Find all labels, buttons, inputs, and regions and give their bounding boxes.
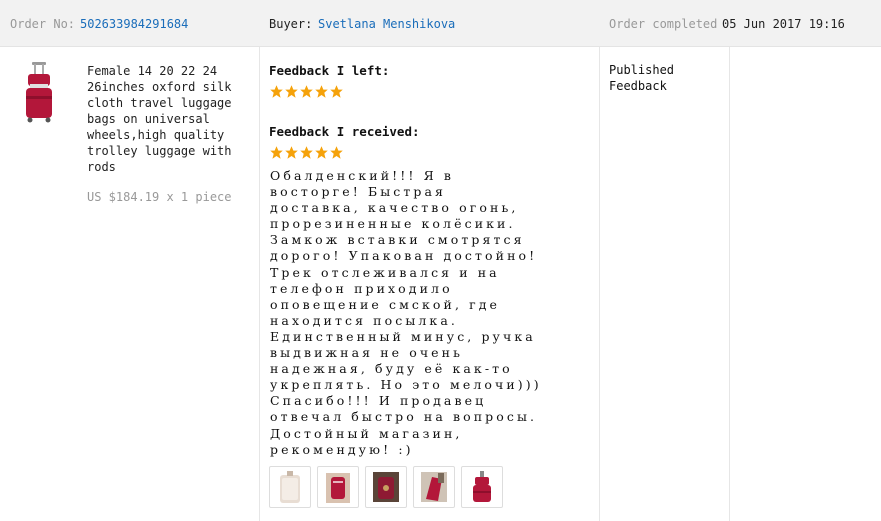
order-number-label: Order No: <box>10 17 76 31</box>
star-icon <box>285 146 298 159</box>
product-title-link[interactable]: Female 14 20 22 24 26inches oxford silk … <box>87 63 237 175</box>
star-icon <box>300 146 313 159</box>
order-completed-label: Order completed <box>609 17 718 31</box>
order-header: Order No: 502633984291684 Buyer: Svetlan… <box>0 0 881 47</box>
photo-thumbnail[interactable] <box>317 466 359 508</box>
feedback-photos <box>269 466 503 508</box>
photo-thumbnail[interactable] <box>365 466 407 508</box>
star-icon <box>285 85 298 98</box>
star-icon <box>270 146 283 159</box>
feedback-left-rating <box>269 84 344 99</box>
star-icon <box>315 146 328 159</box>
order-completed-date: 05 Jun 2017 19:16 <box>722 17 845 31</box>
star-icon <box>300 85 313 98</box>
buyer-name-link[interactable]: Svetlana Menshikova <box>318 16 455 32</box>
column-divider <box>259 47 260 521</box>
product-image[interactable] <box>22 60 56 124</box>
order-number-link[interactable]: 502633984291684 <box>80 16 188 32</box>
buyer-label: Buyer: <box>269 17 313 31</box>
feedback-comment: Обалденский!!! Я в восторге! Быстрая дос… <box>270 168 542 457</box>
product-price: US $184.19 x 1 piece <box>87 190 232 204</box>
feedback-received-label: Feedback I received: <box>269 124 420 139</box>
star-icon <box>330 85 343 98</box>
feedback-status: Published Feedback <box>609 63 675 93</box>
star-icon <box>315 85 328 98</box>
feedback-left-label: Feedback I left: <box>269 63 390 78</box>
photo-thumbnail[interactable] <box>461 466 503 508</box>
column-divider <box>729 47 730 521</box>
star-icon <box>330 146 343 159</box>
photo-thumbnail[interactable] <box>413 466 455 508</box>
feedback-received-rating <box>269 145 344 160</box>
column-divider <box>599 47 600 521</box>
photo-thumbnail[interactable] <box>269 466 311 508</box>
star-icon <box>270 85 283 98</box>
